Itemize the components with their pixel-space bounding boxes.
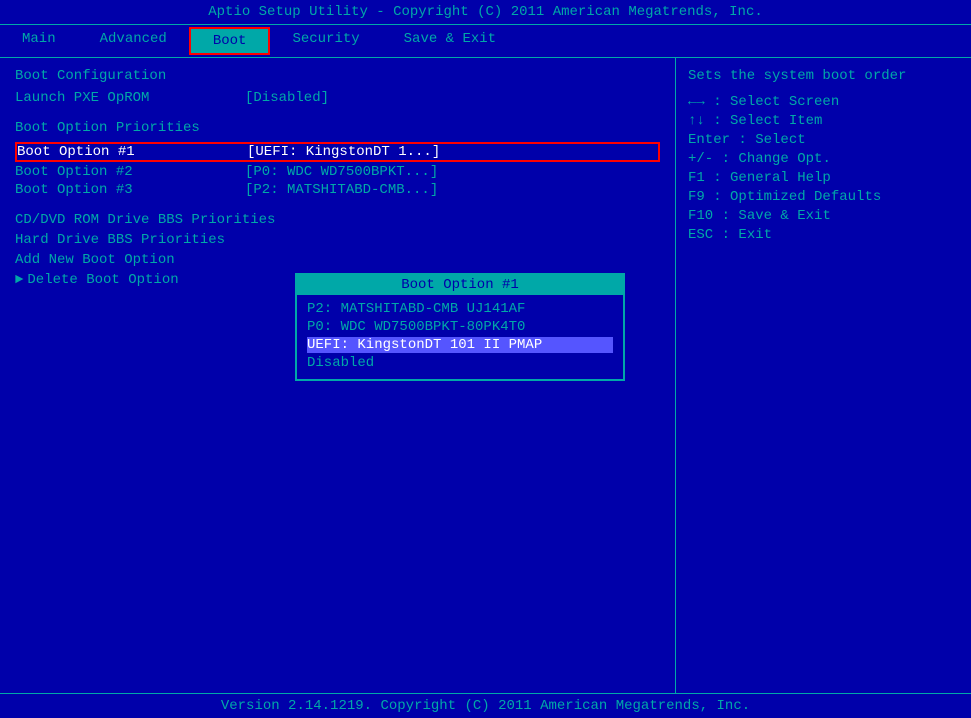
boot-option-3-row[interactable]: Boot Option #3 [P2: MATSHITABD-CMB...]	[15, 182, 660, 198]
boot-config-title: Boot Configuration	[15, 68, 660, 84]
dropdown-option-1[interactable]: P2: MATSHITABD-CMB UJ141AF	[307, 301, 613, 317]
add-new-boot-link[interactable]: Add New Boot Option	[15, 252, 660, 268]
boot-option-3-label: Boot Option #3	[15, 182, 245, 198]
key-f9-label: F9	[688, 189, 705, 205]
arrow-icon: ►	[15, 272, 23, 288]
hdd-label: Hard Drive BBS Priorities	[15, 232, 225, 248]
key-help-section: ←→ : Select Screen ↑↓ : Select Item Ente…	[688, 94, 959, 243]
key-row-item: ↑↓ : Select Item	[688, 113, 959, 129]
boot-option-dropdown: Boot Option #1 P2: MATSHITABD-CMB UJ141A…	[295, 273, 625, 381]
key-f1-label: F1	[688, 170, 705, 186]
key-row-f9: F9 : Optimized Defaults	[688, 189, 959, 205]
boot-option-1-label: Boot Option #1	[17, 144, 247, 160]
hdd-priorities-link[interactable]: Hard Drive BBS Priorities	[15, 232, 660, 248]
key-row-f10: F10 : Save & Exit	[688, 208, 959, 224]
menu-boot[interactable]: Boot	[189, 27, 271, 55]
delete-boot-label: Delete Boot Option	[27, 272, 178, 288]
help-text: Sets the system boot order	[688, 68, 959, 84]
boot-option-1-row[interactable]: Boot Option #1 [UEFI: KingstonDT 1...]	[15, 142, 660, 162]
menu-security[interactable]: Security	[270, 27, 381, 55]
left-panel: Boot Configuration Launch PXE OpROM [Dis…	[0, 58, 676, 693]
key-esc-desc: : Exit	[722, 227, 772, 243]
boot-option-3-value: [P2: MATSHITABD-CMB...]	[245, 182, 438, 198]
key-f10-desc: : Save & Exit	[722, 208, 831, 224]
key-change-desc: : Change Opt.	[722, 151, 831, 167]
key-row-f1: F1 : General Help	[688, 170, 959, 186]
boot-priorities-title: Boot Option Priorities	[15, 120, 660, 136]
dropdown-option-3[interactable]: UEFI: KingstonDT 101 II PMAP	[307, 337, 613, 353]
key-item-label: ↑↓	[688, 113, 705, 129]
footer: Version 2.14.1219. Copyright (C) 2011 Am…	[0, 693, 971, 718]
key-screen-label: ←→	[688, 94, 705, 110]
launch-pxe-row[interactable]: Launch PXE OpROM [Disabled]	[15, 90, 660, 106]
boot-option-2-row[interactable]: Boot Option #2 [P0: WDC WD7500BPKT...]	[15, 164, 660, 180]
dropdown-option-4[interactable]: Disabled	[307, 355, 613, 371]
boot-option-2-value: [P0: WDC WD7500BPKT...]	[245, 164, 438, 180]
menu-save-exit[interactable]: Save & Exit	[382, 27, 518, 55]
popup-body: P2: MATSHITABD-CMB UJ141AF P0: WDC WD750…	[297, 295, 623, 379]
launch-pxe-value: [Disabled]	[245, 90, 329, 106]
boot-option-2-label: Boot Option #2	[15, 164, 245, 180]
key-row-enter: Enter : Select	[688, 132, 959, 148]
key-esc-label: ESC	[688, 227, 713, 243]
key-item-desc: : Select Item	[713, 113, 822, 129]
launch-pxe-label: Launch PXE OpROM	[15, 90, 245, 106]
key-enter-prefix: Enter	[688, 132, 730, 148]
key-f1-desc: : General Help	[713, 170, 831, 186]
main-content: Boot Configuration Launch PXE OpROM [Dis…	[0, 58, 971, 693]
cd-dvd-label: CD/DVD ROM Drive BBS Priorities	[15, 212, 275, 228]
boot-option-1-value: [UEFI: KingstonDT 1...]	[247, 144, 440, 160]
key-f9-desc: : Optimized Defaults	[713, 189, 881, 205]
title-bar: Aptio Setup Utility - Copyright (C) 2011…	[0, 0, 971, 24]
menu-main[interactable]: Main	[0, 27, 78, 55]
key-row-esc: ESC : Exit	[688, 227, 959, 243]
key-enter-desc: : Select	[738, 132, 805, 148]
key-row-change: +/- : Change Opt.	[688, 151, 959, 167]
cd-dvd-priorities-link[interactable]: CD/DVD ROM Drive BBS Priorities	[15, 212, 660, 228]
dropdown-option-2[interactable]: P0: WDC WD7500BPKT-80PK4T0	[307, 319, 613, 335]
menu-advanced[interactable]: Advanced	[78, 27, 189, 55]
key-f10-label: F10	[688, 208, 713, 224]
popup-title: Boot Option #1	[297, 275, 623, 295]
add-new-boot-label: Add New Boot Option	[15, 252, 175, 268]
key-screen-desc: : Select Screen	[713, 94, 839, 110]
menu-bar: Main Advanced Boot Security Save & Exit	[0, 24, 971, 58]
key-change-label: +/-	[688, 151, 713, 167]
right-panel: Sets the system boot order ←→ : Select S…	[676, 58, 971, 693]
key-row-screen: ←→ : Select Screen	[688, 94, 959, 110]
